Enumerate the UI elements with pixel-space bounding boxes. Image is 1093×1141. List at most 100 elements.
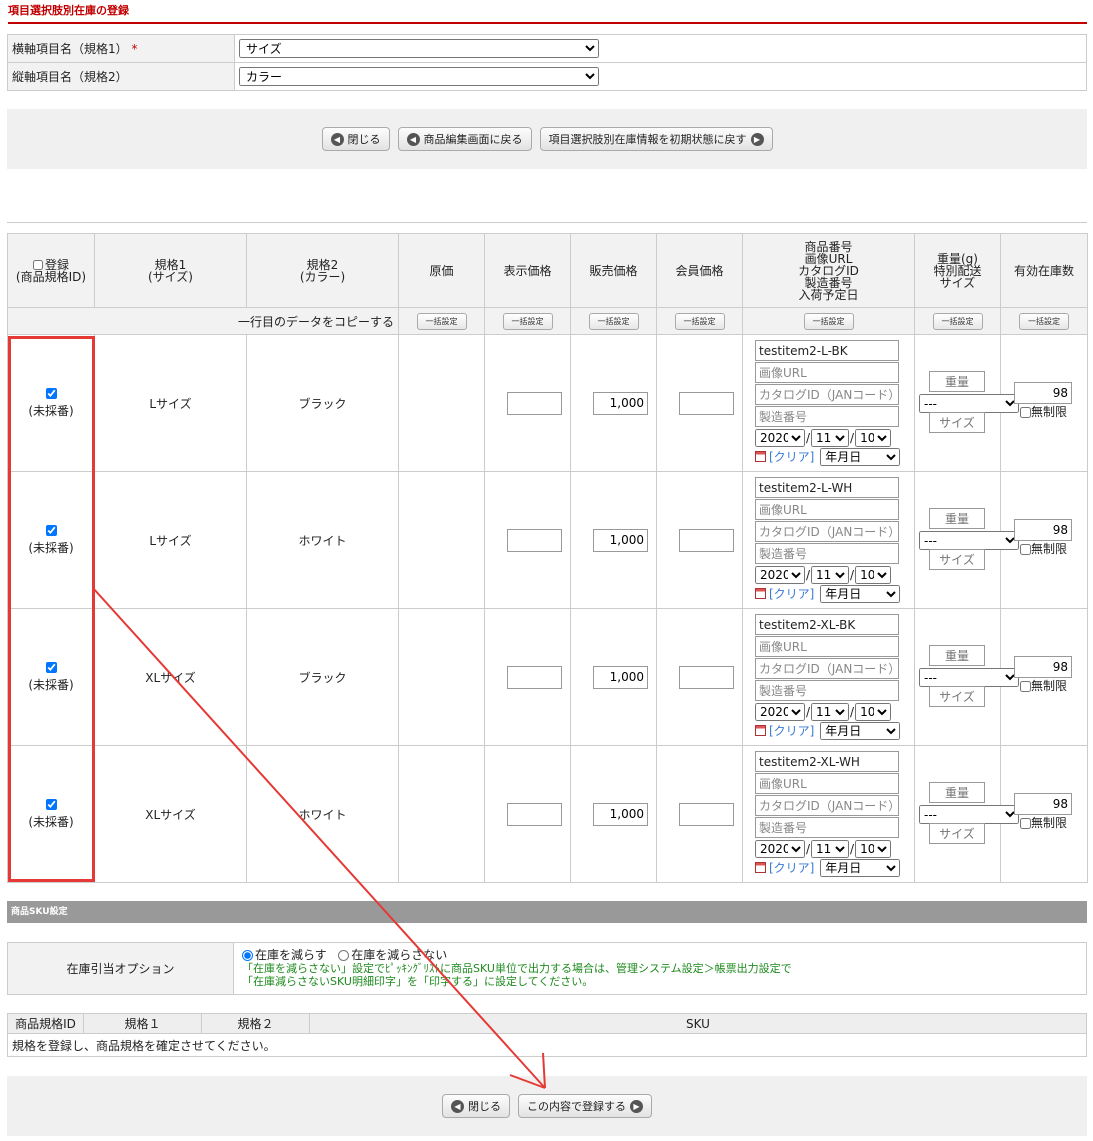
bulk-set-stock-button[interactable]: 一括設定 [1019, 312, 1069, 330]
clear-date-link[interactable]: [クリア] [769, 448, 814, 465]
top-button-bar: ◀ 閉じる ◀ 商品編集画面に戻る 項目選択肢別在庫情報を初期状態に戻す ▶ [7, 109, 1087, 169]
register-button[interactable]: この内容で登録する ▶ [518, 1094, 652, 1118]
close-button[interactable]: ◀ 閉じる [321, 127, 390, 151]
weight-input[interactable] [929, 645, 985, 666]
date-unit-select[interactable]: 年月日 [820, 584, 901, 603]
day-select[interactable]: 10 [855, 565, 892, 584]
stock-input[interactable] [1014, 382, 1072, 404]
month-select[interactable]: 11 [811, 702, 850, 721]
required-mark: * [131, 42, 138, 56]
serial-number-input[interactable] [755, 543, 899, 564]
stock-input[interactable] [1014, 656, 1072, 678]
month-select[interactable]: 11 [811, 839, 850, 858]
clear-date-link[interactable]: [クリア] [769, 585, 814, 602]
register-checkbox[interactable] [45, 661, 57, 673]
calendar-icon[interactable] [755, 862, 766, 873]
weight-input[interactable] [929, 508, 985, 529]
register-checkbox[interactable] [45, 798, 57, 810]
bulk-set-cost-button[interactable]: 一括設定 [416, 312, 467, 330]
divider [7, 222, 1087, 223]
year-select[interactable]: 2020 [755, 839, 805, 858]
spec2-value: ホワイト [246, 745, 399, 883]
serial-number-input[interactable] [755, 406, 899, 427]
display-price-input[interactable] [507, 665, 562, 689]
select-all-checkbox[interactable] [32, 260, 43, 270]
bulk-set-weight-button[interactable]: 一括設定 [932, 312, 983, 330]
serial-number-input[interactable] [755, 817, 899, 838]
sale-price-input[interactable] [593, 802, 648, 826]
unlimited-checkbox[interactable]: 無制限 [1020, 403, 1067, 420]
image-url-input[interactable] [755, 773, 899, 794]
unlimited-checkbox[interactable]: 無制限 [1020, 677, 1067, 694]
radio-reduce-stock[interactable]: 在庫を減らす [242, 948, 327, 962]
weight-input[interactable] [929, 782, 985, 803]
image-url-input[interactable] [755, 362, 899, 383]
member-price-input[interactable] [679, 391, 734, 415]
date-unit-select[interactable]: 年月日 [820, 858, 901, 877]
year-select[interactable]: 2020 [755, 565, 805, 584]
catalog-id-input[interactable] [755, 795, 899, 816]
size-input[interactable] [929, 549, 985, 570]
copy-first-row-label: 一行目のデータをコピーする [7, 307, 399, 335]
day-select[interactable]: 10 [855, 428, 892, 447]
unassigned-label: (未採番) [28, 677, 74, 692]
year-select[interactable]: 2020 [755, 428, 805, 447]
stock-input[interactable] [1014, 519, 1072, 541]
member-price-input[interactable] [679, 528, 734, 552]
header-stock: 有効在庫数 [1000, 233, 1088, 308]
horizontal-axis-select[interactable]: サイズ [239, 39, 599, 58]
calendar-icon[interactable] [755, 451, 766, 462]
member-price-input[interactable] [679, 665, 734, 689]
size-input[interactable] [929, 686, 985, 707]
product-number-input[interactable] [755, 340, 899, 361]
close-button-bottom[interactable]: ◀ 閉じる [442, 1094, 510, 1118]
clear-date-link[interactable]: [クリア] [769, 722, 814, 739]
product-number-input[interactable] [755, 477, 899, 498]
bulk-set-sale-price-button[interactable]: 一括設定 [588, 312, 639, 330]
product-number-input[interactable] [755, 614, 899, 635]
bulk-set-member-price-button[interactable]: 一括設定 [674, 312, 725, 330]
sale-price-input[interactable] [593, 665, 648, 689]
clear-date-link[interactable]: [クリア] [769, 859, 814, 876]
reset-stock-button[interactable]: 項目選択肢別在庫情報を初期状態に戻す ▶ [539, 127, 773, 151]
bulk-set-display-price-button[interactable]: 一括設定 [502, 312, 553, 330]
sale-price-input[interactable] [593, 391, 648, 415]
sale-price-input[interactable] [593, 528, 648, 552]
back-to-edit-button[interactable]: ◀ 商品編集画面に戻る [397, 127, 532, 151]
header-sale-price: 販売価格 [570, 233, 657, 308]
date-unit-select[interactable]: 年月日 [820, 447, 901, 466]
display-price-input[interactable] [507, 391, 562, 415]
day-select[interactable]: 10 [855, 839, 892, 858]
year-select[interactable]: 2020 [755, 702, 805, 721]
arrival-date-selects: 2020/11/10 [755, 702, 914, 721]
vertical-axis-select[interactable]: カラー [239, 67, 599, 86]
image-url-input[interactable] [755, 499, 899, 520]
size-input[interactable] [929, 823, 985, 844]
radio-not-reduce-stock[interactable]: 在庫を減らさない [338, 948, 447, 962]
calendar-icon[interactable] [755, 588, 766, 599]
catalog-id-input[interactable] [755, 521, 899, 542]
display-price-input[interactable] [507, 528, 562, 552]
day-select[interactable]: 10 [855, 702, 892, 721]
table-row: (未採番)Lサイズホワイト2020/11/10[クリア] 年月日---無制限 [7, 471, 1088, 609]
catalog-id-input[interactable] [755, 658, 899, 679]
bulk-set-product-info-button[interactable]: 一括設定 [803, 312, 854, 330]
stock-input[interactable] [1014, 793, 1072, 815]
image-url-input[interactable] [755, 636, 899, 657]
size-input[interactable] [929, 412, 985, 433]
unlimited-checkbox[interactable]: 無制限 [1020, 540, 1067, 557]
product-number-input[interactable] [755, 751, 899, 772]
display-price-input[interactable] [507, 802, 562, 826]
date-unit-select[interactable]: 年月日 [820, 721, 901, 740]
back-arrow-icon: ◀ [406, 132, 420, 146]
weight-input[interactable] [929, 371, 985, 392]
register-checkbox[interactable] [45, 524, 57, 536]
catalog-id-input[interactable] [755, 384, 899, 405]
member-price-input[interactable] [679, 802, 734, 826]
calendar-icon[interactable] [755, 725, 766, 736]
serial-number-input[interactable] [755, 680, 899, 701]
register-checkbox[interactable] [45, 387, 57, 399]
month-select[interactable]: 11 [811, 428, 850, 447]
month-select[interactable]: 11 [811, 565, 850, 584]
unlimited-checkbox[interactable]: 無制限 [1020, 814, 1067, 831]
